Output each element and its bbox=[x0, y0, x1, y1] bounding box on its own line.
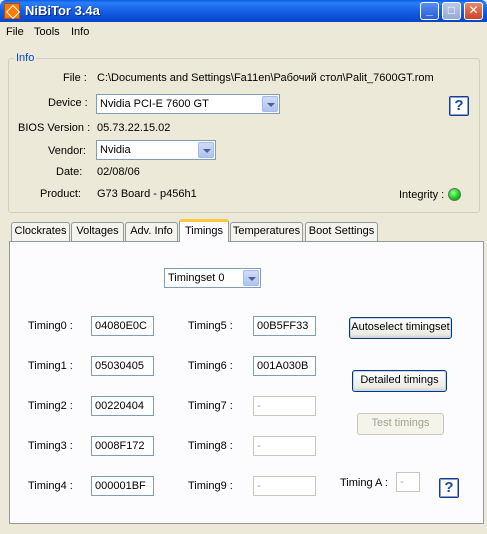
tab-boot-settings[interactable]: Boot Settings bbox=[305, 222, 378, 241]
file-path: C:\Documents and Settings\Fa11en\Рабочий… bbox=[97, 72, 434, 84]
autoselect-timingset-button[interactable]: Autoselect timingset bbox=[349, 317, 452, 339]
window-title: NiBiTor 3.4a bbox=[25, 3, 100, 18]
tab-voltages[interactable]: Voltages bbox=[71, 222, 124, 241]
timing3-label: Timing3 : bbox=[28, 440, 73, 452]
timing0-field[interactable]: 04080E0C bbox=[91, 316, 154, 336]
menu-file[interactable]: File bbox=[6, 26, 24, 38]
timing9-label: Timing9 : bbox=[188, 480, 233, 492]
timing1-field[interactable]: 05030405 bbox=[91, 356, 154, 376]
chevron-down-icon[interactable] bbox=[198, 142, 214, 158]
timings-help-button[interactable]: ? bbox=[439, 478, 459, 498]
timing2-label: Timing2 : bbox=[28, 400, 73, 412]
timing8-label: Timing8 : bbox=[188, 440, 233, 452]
detailed-timings-button[interactable]: Detailed timings bbox=[352, 370, 447, 392]
file-label: File : bbox=[63, 72, 87, 84]
info-help-button[interactable]: ? bbox=[449, 96, 469, 116]
integrity-label: Integrity : bbox=[399, 189, 445, 201]
vendor-label: Vendor: bbox=[48, 145, 86, 157]
menu-info[interactable]: Info bbox=[71, 26, 89, 38]
timing1-label: Timing1 : bbox=[28, 360, 73, 372]
maximize-button[interactable]: □ bbox=[442, 2, 461, 20]
device-label: Device : bbox=[48, 97, 88, 109]
timing3-field[interactable]: 0008F172 bbox=[91, 436, 154, 456]
tab-clockrates[interactable]: Clockrates bbox=[11, 222, 70, 241]
date-value: 02/08/06 bbox=[97, 166, 140, 178]
timing-a-field: - bbox=[396, 472, 420, 492]
timing6-label: Timing6 : bbox=[188, 360, 233, 372]
tab-temperatures[interactable]: Temperatures bbox=[230, 222, 303, 241]
timing-a-label: Timing A : bbox=[340, 477, 388, 489]
timing0-label: Timing0 : bbox=[28, 320, 73, 332]
timing8-field: - bbox=[253, 436, 316, 456]
vendor-select[interactable]: Nvidia bbox=[96, 140, 216, 160]
chevron-down-icon[interactable] bbox=[243, 270, 259, 286]
product-label: Product: bbox=[40, 188, 81, 200]
chevron-down-icon[interactable] bbox=[262, 96, 278, 112]
integrity-status-icon bbox=[448, 188, 461, 201]
device-select[interactable]: Nvidia PCI-E 7600 GT bbox=[96, 94, 280, 114]
timing7-field: - bbox=[253, 396, 316, 416]
date-label: Date: bbox=[56, 166, 83, 178]
timing4-field[interactable]: 000001BF bbox=[91, 476, 154, 496]
bios-version-label: BIOS Version : bbox=[18, 122, 91, 134]
timing6-field[interactable]: 001A030B bbox=[253, 356, 316, 376]
product-value: G73 Board - p456h1 bbox=[97, 188, 197, 200]
app-icon[interactable] bbox=[4, 3, 20, 19]
device-select-value: Nvidia PCI-E 7600 GT bbox=[100, 98, 209, 110]
timing5-field[interactable]: 00B5FF33 bbox=[253, 316, 316, 336]
test-timings-button: Test timings bbox=[357, 413, 444, 435]
menu-bar: File Tools Info bbox=[0, 22, 487, 42]
timing5-label: Timing5 : bbox=[188, 320, 233, 332]
info-group-legend: Info bbox=[14, 52, 37, 64]
timingset-select[interactable]: Timingset 0 bbox=[164, 268, 261, 288]
title-bar[interactable]: NiBiTor 3.4a _ □ ✕ bbox=[0, 0, 487, 22]
bios-version-value: 05.73.22.15.02 bbox=[97, 122, 171, 134]
timing2-field[interactable]: 00220404 bbox=[91, 396, 154, 416]
close-button[interactable]: ✕ bbox=[464, 2, 483, 20]
tab-adv-info[interactable]: Adv. Info bbox=[125, 222, 178, 241]
timing9-field: - bbox=[253, 476, 316, 496]
minimize-button[interactable]: _ bbox=[420, 2, 439, 20]
vendor-select-value: Nvidia bbox=[100, 144, 131, 156]
timing7-label: Timing7 : bbox=[188, 400, 233, 412]
menu-tools[interactable]: Tools bbox=[34, 26, 60, 38]
timingset-select-value: Timingset 0 bbox=[168, 272, 225, 284]
tab-timings[interactable]: Timings bbox=[179, 219, 229, 242]
timing4-label: Timing4 : bbox=[28, 480, 73, 492]
